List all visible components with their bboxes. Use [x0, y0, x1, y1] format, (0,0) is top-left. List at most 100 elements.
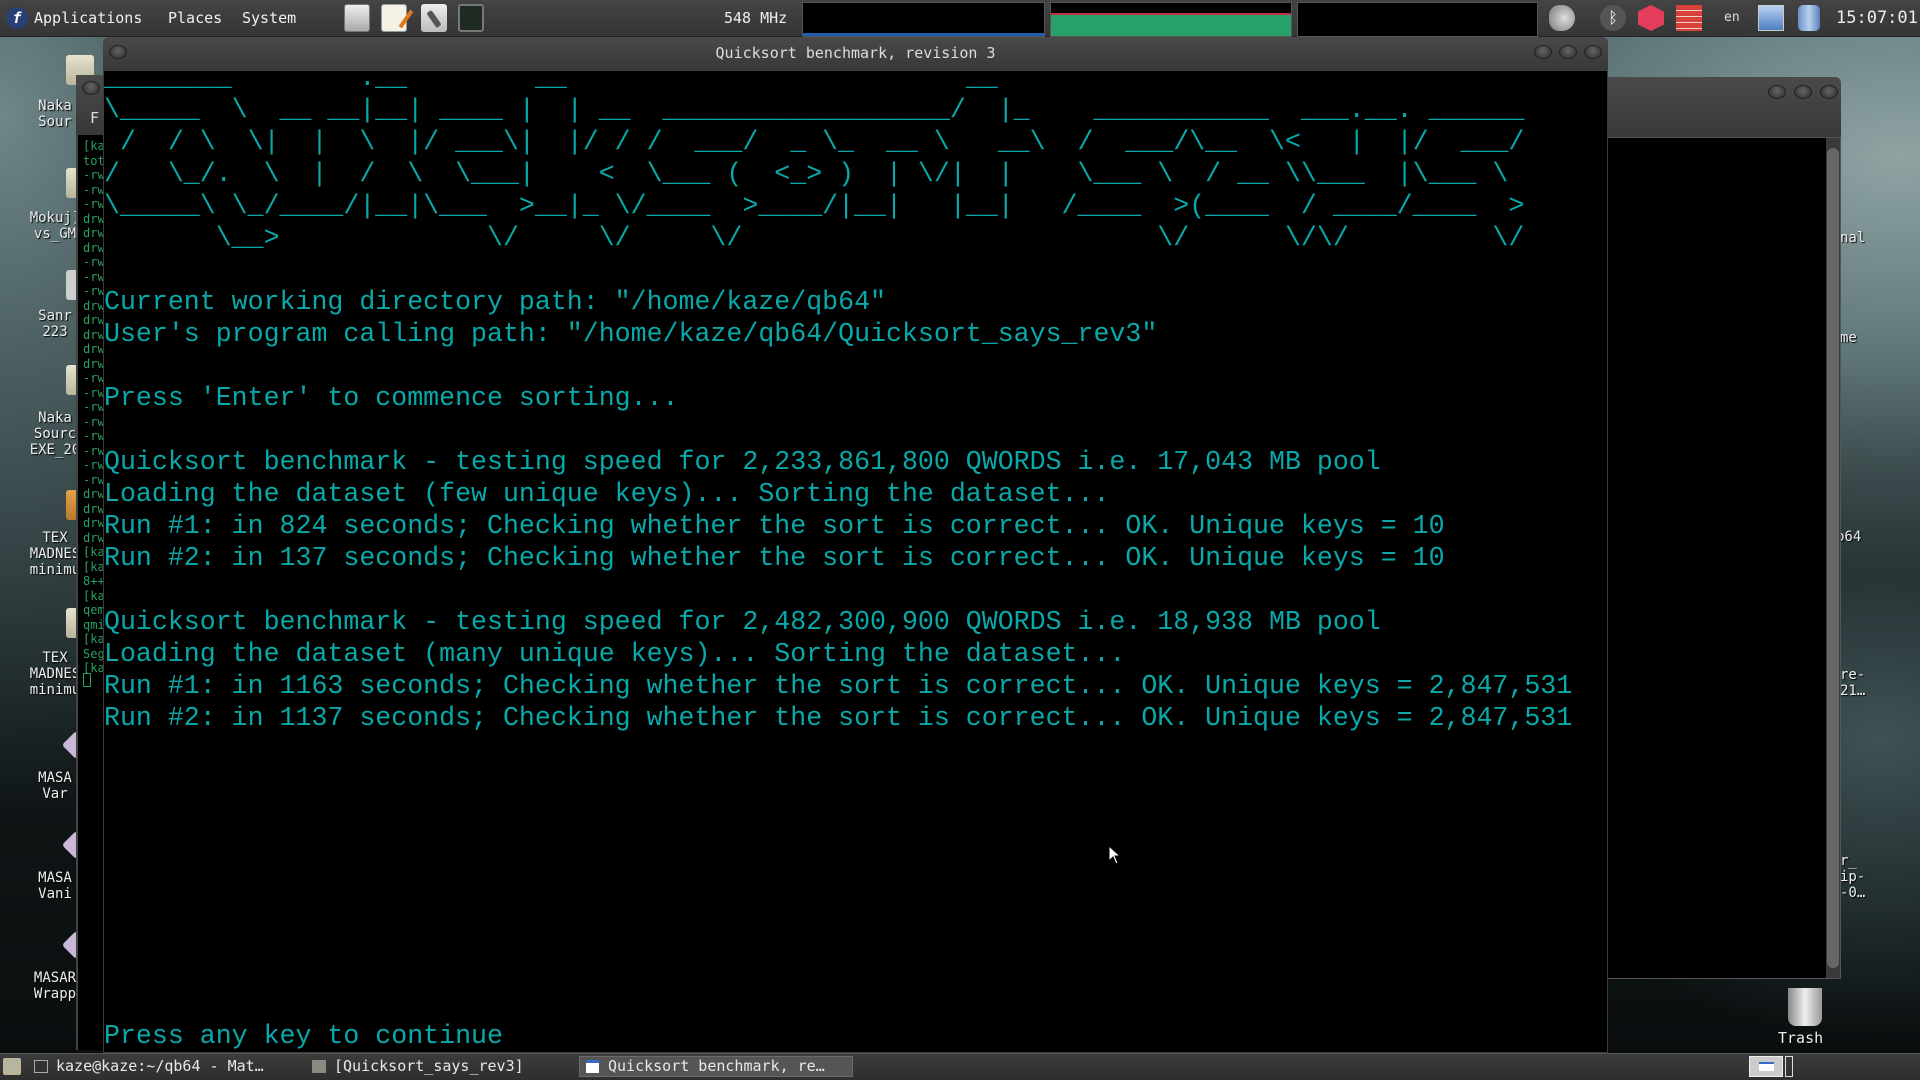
bluetooth-icon[interactable]: ᛒ — [1600, 5, 1626, 31]
background-terminal-line: drw — [83, 487, 105, 501]
menu-applications[interactable]: Applications — [34, 9, 142, 27]
background-terminal-line: -rw — [83, 182, 105, 197]
terminal-line: Run #1: in 1163 seconds; Checking whethe… — [104, 671, 1573, 701]
close-button[interactable] — [1584, 45, 1602, 59]
background-terminal-line: [ka — [83, 139, 105, 153]
taskbar-item[interactable]: [Quicksort_says_rev3] — [312, 1056, 572, 1077]
background-terminal-line: -rw — [83, 443, 105, 458]
background-terminal-line: -rw — [83, 429, 105, 443]
network-graph[interactable] — [1297, 2, 1538, 37]
taskbar-item-label: kaze@kaze:~/qb64 - Mat… — [56, 1057, 264, 1075]
background-terminal-line: -rw — [83, 472, 105, 487]
background-terminal-line: drw — [83, 327, 105, 342]
background-terminal[interactable]: [ka tot -rw -rw -rw drw drw drw -rw -rw -rw drw drw d… — [76, 135, 106, 1050]
package-updates-icon[interactable] — [1638, 5, 1664, 31]
file-cabinet-icon[interactable] — [344, 4, 370, 32]
show-desktop-icon[interactable] — [3, 1058, 21, 1075]
fedora-logo-icon[interactable]: f — [6, 7, 28, 29]
menu-system[interactable]: System — [242, 9, 296, 27]
background-terminal-line: -rw — [83, 458, 105, 472]
window-menu-button[interactable] — [82, 81, 100, 95]
desktop-icon-label[interactable]: nal — [1840, 230, 1865, 246]
scrollbar[interactable] — [1826, 138, 1840, 978]
minimize-button[interactable] — [1534, 45, 1552, 59]
background-terminal-line: [ka — [83, 559, 105, 574]
maximize-button[interactable] — [1559, 45, 1577, 59]
desktop-icon-label[interactable]: me — [1840, 330, 1857, 346]
window-title-fragment: F — [90, 109, 100, 127]
background-terminal-line: -rw — [83, 414, 105, 429]
banner-art-row: \_____\ \_/____/|__|\___ >__|_ \/____ >_… — [104, 191, 1525, 221]
taskbar-item-label: [Quicksort_says_rev3] — [334, 1057, 524, 1075]
background-terminal-line: [ka — [83, 545, 105, 559]
scrollbar-thumb[interactable] — [1827, 148, 1839, 968]
trash-label[interactable]: Trash — [1778, 1030, 1823, 1046]
cpu-load-graph[interactable] — [802, 2, 1045, 37]
terminal-line: Quicksort benchmark - testing speed for … — [104, 447, 1381, 477]
background-terminal-line: -rw — [83, 255, 105, 269]
terminal-line: Quicksort benchmark - testing speed for … — [104, 607, 1381, 637]
background-terminal-line: tot — [83, 153, 105, 168]
network-disconnected-icon[interactable] — [1758, 5, 1784, 31]
background-terminal-line: -rw — [83, 385, 105, 400]
banner-art-row: \_____ \ __ __|__| ____ | | __ _________… — [104, 95, 1525, 125]
background-window-titlebar[interactable]: F — [76, 75, 106, 135]
background-window-right[interactable] — [1607, 137, 1841, 979]
terminal-line: User's program calling path: "/home/kaze… — [104, 319, 1158, 349]
background-terminal-line: -rw — [83, 284, 105, 298]
maximize-button[interactable] — [1794, 85, 1812, 99]
close-button[interactable] — [1820, 85, 1838, 99]
desktop-icon-label[interactable]: re- 21… — [1840, 667, 1865, 699]
workspace-2[interactable] — [1785, 1056, 1793, 1077]
background-terminal-line: drw — [83, 298, 105, 313]
banner-art-row: / / \ \| | \ |/ ___\| |/ / / ___/ _ \_ _… — [104, 127, 1525, 157]
workspace-switcher[interactable] — [1749, 1056, 1783, 1077]
keyboard-layout[interactable]: en — [1724, 10, 1740, 25]
background-terminal-line: Seg — [83, 646, 105, 661]
volume-icon[interactable] — [1549, 5, 1575, 31]
folder-icon — [312, 1060, 326, 1073]
background-window-right-titlebar[interactable] — [1607, 77, 1841, 137]
system-tools-icon[interactable] — [421, 4, 447, 32]
background-terminal-line: qem — [83, 603, 105, 617]
window-title: Quicksort benchmark, revision 3 — [715, 44, 996, 62]
background-terminal-line: drw — [83, 501, 105, 516]
firewall-icon[interactable] — [1676, 5, 1702, 31]
desktop-icon-label[interactable]: r_ ip- -0… — [1840, 853, 1865, 901]
background-terminal-line: [ka — [83, 588, 105, 603]
trash-icon[interactable] — [1788, 988, 1822, 1026]
background-terminal-line: -rw — [83, 168, 105, 182]
press-any-key-prompt: Press any key to continue — [104, 1021, 503, 1051]
background-terminal-line: -rw — [83, 197, 105, 211]
background-terminal-line: drw — [83, 516, 105, 530]
taskbar-item-active[interactable]: Quicksort benchmark, re… — [579, 1056, 853, 1077]
background-terminal-line: drw — [83, 240, 105, 255]
banner-art-row: ________ .__ __ __ — [104, 63, 998, 93]
terminal-line: Run #1: in 824 seconds; Checking whether… — [104, 511, 1445, 541]
terminal-line: Loading the dataset (few unique keys)...… — [104, 479, 1110, 509]
taskbar-item[interactable]: kaze@kaze:~/qb64 - Mat… — [34, 1056, 294, 1077]
background-terminal-line: drw — [83, 211, 105, 226]
battery-icon[interactable] — [1798, 5, 1820, 31]
background-terminal-line: -rw — [83, 371, 105, 385]
clock[interactable]: 15:07:01 — [1836, 8, 1918, 28]
background-terminal-line: -rw — [83, 269, 105, 284]
terminal-line: Press 'Enter' to commence sorting... — [104, 383, 679, 413]
taskbar-item-label: Quicksort benchmark, re… — [608, 1057, 825, 1075]
terminal-line: Run #2: in 137 seconds; Checking whether… — [104, 543, 1445, 573]
background-terminal-line: drw — [83, 342, 105, 356]
bottom-taskbar: kaze@kaze:~/qb64 - Mat… [Quicksort_says_… — [0, 1053, 1920, 1080]
memory-graph[interactable] — [1050, 2, 1292, 37]
cpu-frequency: 548 MHz — [724, 9, 788, 27]
background-terminal-line: drw — [83, 530, 105, 545]
minimize-button[interactable] — [1768, 85, 1786, 99]
background-terminal-line: [ka — [83, 632, 105, 646]
terminal-icon[interactable] — [458, 4, 484, 32]
mouse-cursor-icon — [1108, 845, 1122, 865]
menu-places[interactable]: Places — [168, 9, 222, 27]
window-icon — [586, 1060, 599, 1073]
background-terminal-line: drw — [83, 313, 105, 327]
text-editor-icon[interactable] — [381, 4, 414, 32]
terminal-line: Current working directory path: "/home/k… — [104, 287, 886, 317]
top-panel: f Applications Places System 548 MHz ᛒ e… — [0, 0, 1920, 37]
